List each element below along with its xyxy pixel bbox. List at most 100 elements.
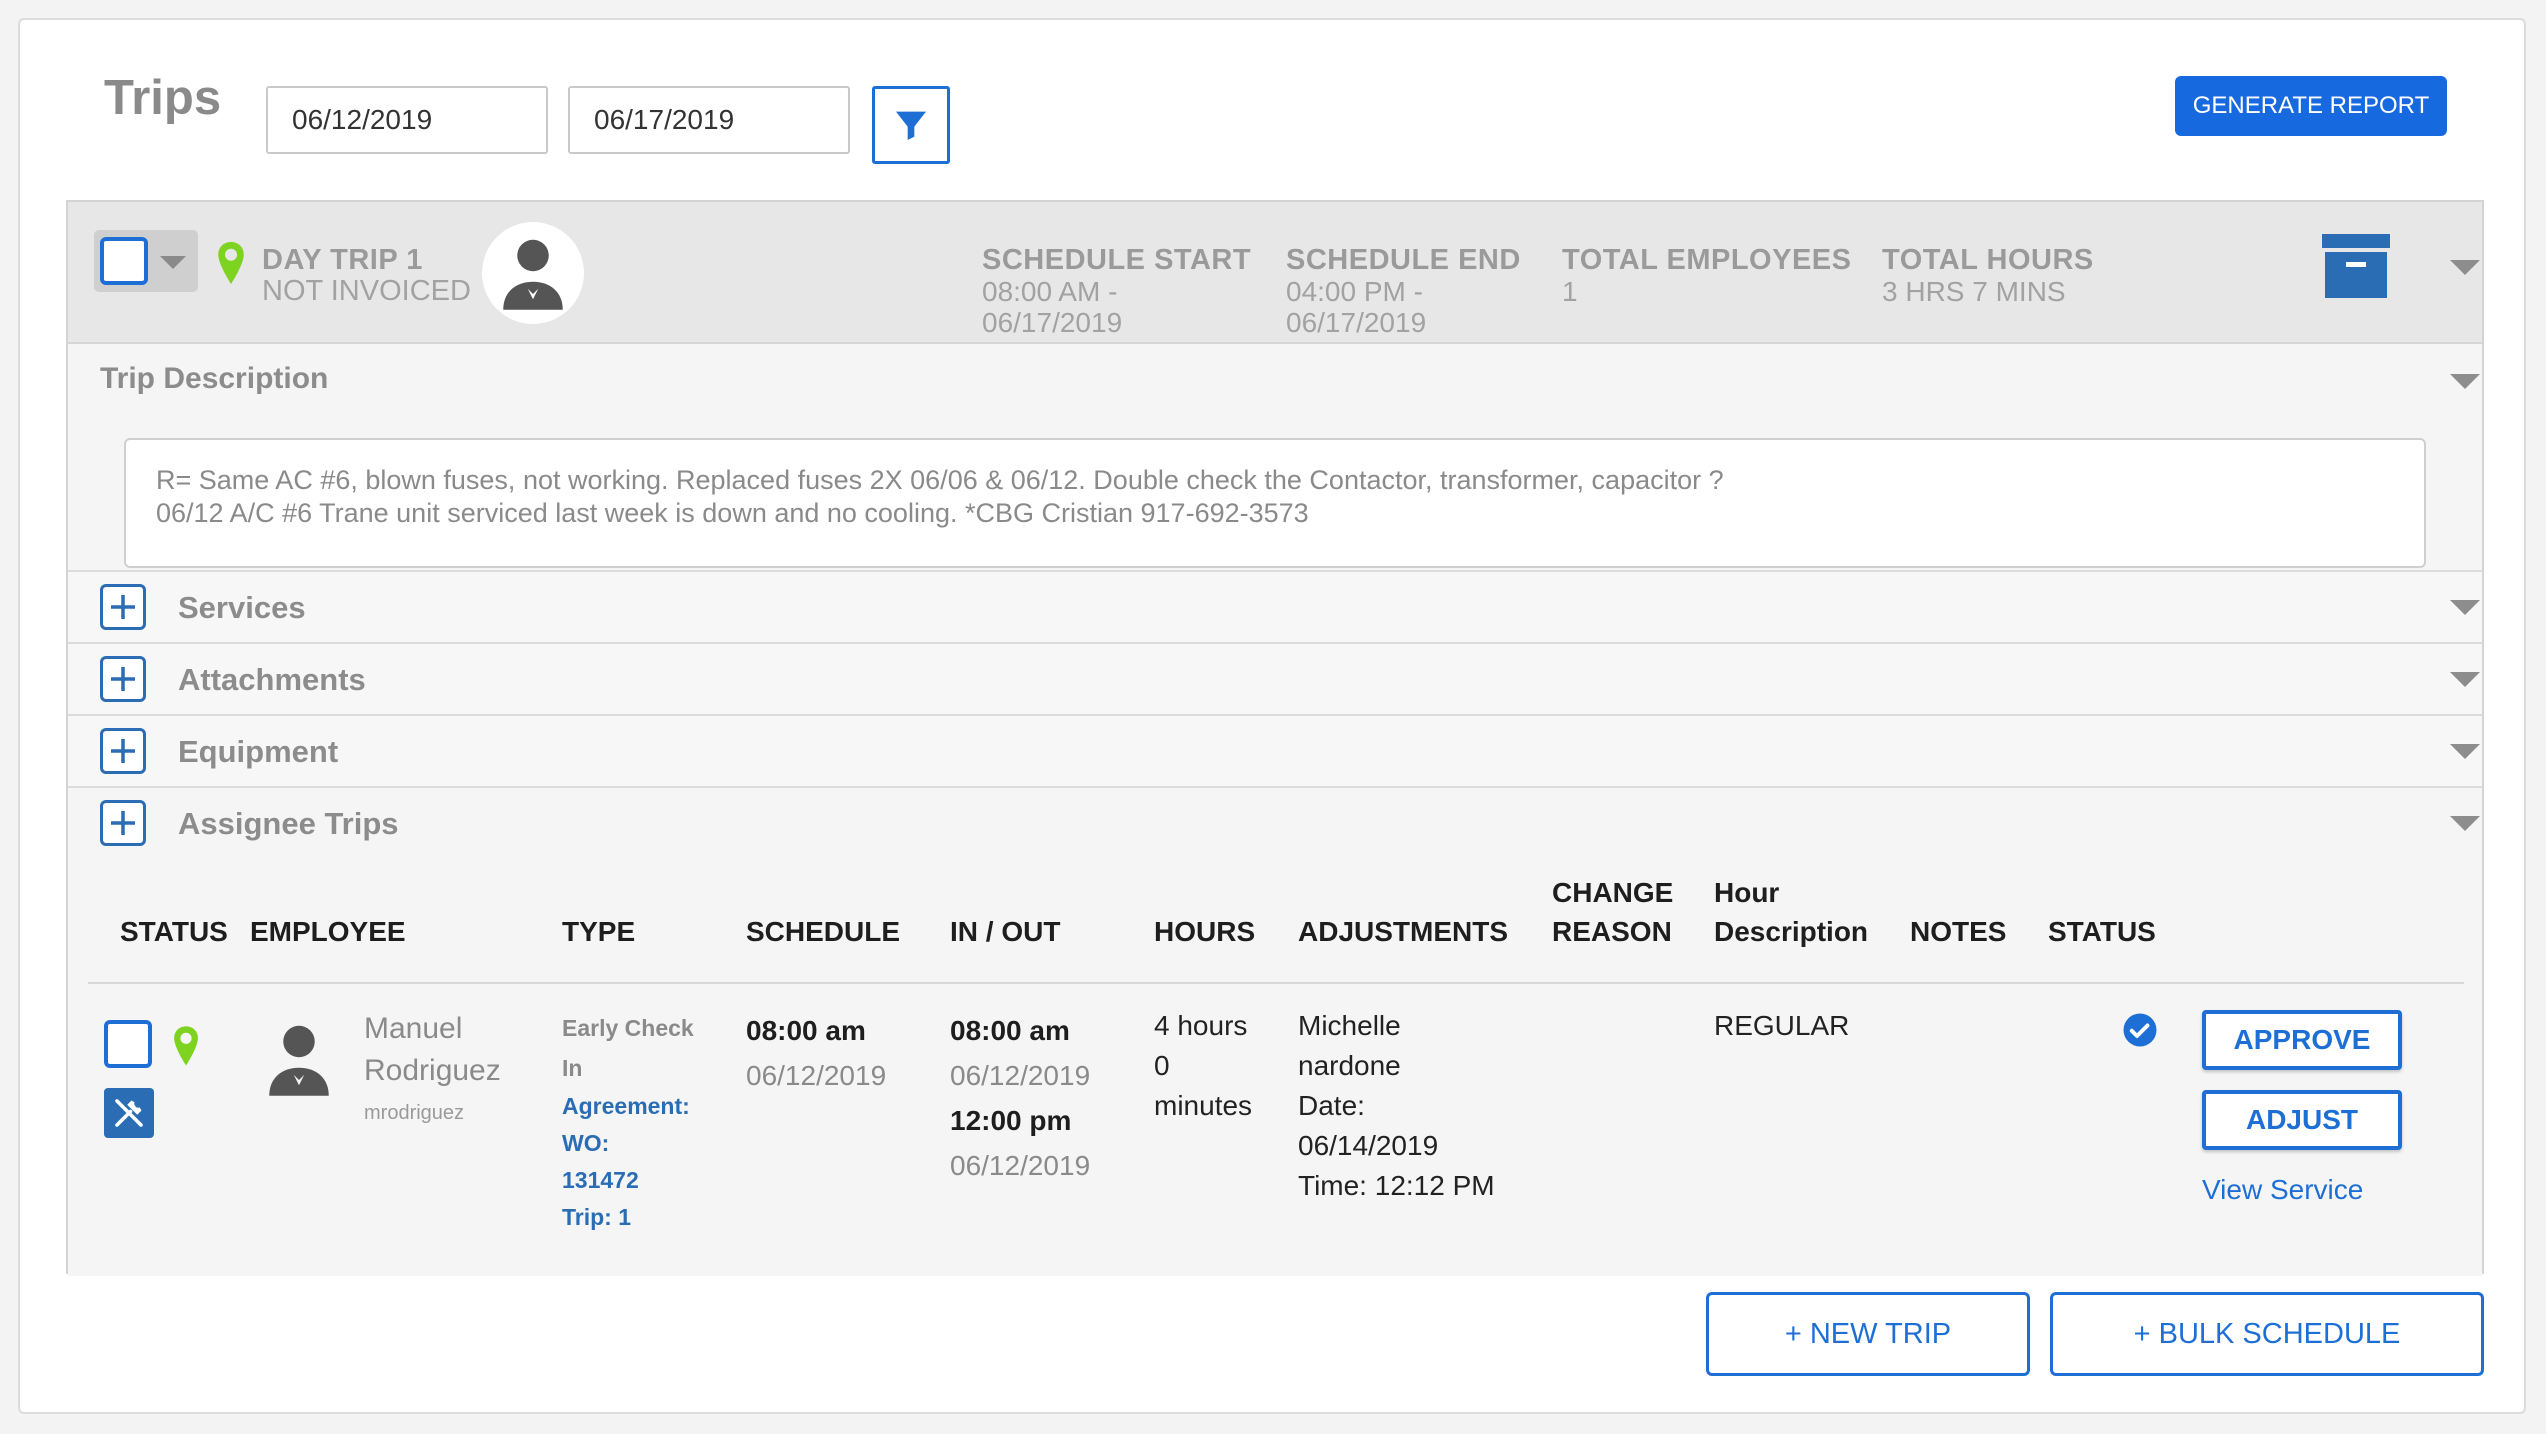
type-line-2: In [562, 1055, 583, 1081]
header-hour-description: Hour Description [1714, 873, 1868, 951]
header-status: STATUS [120, 916, 228, 947]
trip-description-label: Trip Description [100, 362, 329, 395]
description-chevron-icon[interactable] [2450, 374, 2480, 389]
adjustments-cell: Michelle nardone Date: 06/14/2019 Time: … [1298, 1006, 1495, 1206]
schedule-end-time: 04:00 PM - [1286, 276, 1423, 307]
trip-description-section: Trip Description R= Same AC #6, blown fu… [68, 344, 2482, 572]
schedule-cell: 08:00 am 06/12/2019 [746, 1008, 886, 1098]
location-pin-icon [174, 1026, 198, 1066]
filter-button[interactable] [872, 86, 950, 164]
adjustment-line-3: Date: [1298, 1090, 1365, 1121]
expand-assignee-trips-plus-icon[interactable] [100, 800, 146, 846]
services-label: Services [178, 590, 306, 625]
archive-icon[interactable] [2322, 234, 2390, 298]
in-out-cell: 08:00 am 06/12/2019 12:00 pm 06/12/2019 [950, 1008, 1090, 1188]
avatar [482, 222, 584, 324]
header-change-reason: CHANGE REASON [1552, 873, 1673, 951]
description-line-1: R= Same AC #6, blown fuses, not working.… [156, 465, 1724, 495]
header-notes: NOTES [1910, 916, 2007, 947]
hours-line-1: 4 hours [1154, 1010, 1248, 1041]
schedule-end-date: 06/17/2019 [1286, 307, 1427, 338]
schedule-end-label: SCHEDULE END [1286, 244, 1521, 276]
new-trip-button[interactable]: + NEW TRIP [1706, 1292, 2030, 1376]
employee-name[interactable]: Manuel Rodriguez [364, 1008, 501, 1092]
adjust-button[interactable]: ADJUST [2202, 1090, 2402, 1150]
view-service-link[interactable]: View Service [2202, 1174, 2363, 1206]
header-type: TYPE [562, 916, 636, 947]
total-hours-label: TOTAL HOURS [1882, 244, 2094, 276]
hours-line-3: minutes [1154, 1090, 1253, 1121]
adjustment-line-2: nardone [1298, 1050, 1401, 1081]
schedule-start-time: 08:00 AM - [982, 276, 1118, 307]
service-tools-button[interactable] [104, 1088, 154, 1138]
adjustment-line-1: Michelle [1298, 1010, 1401, 1041]
header-employee: EMPLOYEE [250, 916, 406, 947]
agreement-label: Agreement: [562, 1093, 690, 1119]
trip-description-text: R= Same AC #6, blown fuses, not working.… [124, 438, 2426, 568]
equipment-label: Equipment [178, 734, 339, 769]
header-in-out: IN / OUT [950, 916, 1061, 947]
expand-attachments-plus-icon[interactable] [100, 656, 146, 702]
employee-username: mrodriguez [364, 1102, 465, 1124]
bulk-schedule-button[interactable]: + BULK SCHEDULE [2050, 1292, 2484, 1376]
header-change-reason-line1: CHANGE [1552, 877, 1674, 908]
out-time: 12:00 pm [950, 1105, 1072, 1136]
start-date-input[interactable]: 06/12/2019 [266, 86, 548, 154]
services-chevron-icon[interactable] [2450, 600, 2480, 615]
tools-icon [115, 1099, 143, 1127]
page-title: Trips [104, 71, 222, 125]
employee-last-name: Rodriguez [364, 1054, 501, 1087]
schedule-start-date: 06/17/2019 [982, 307, 1123, 338]
schedule-time: 08:00 am [746, 1015, 866, 1046]
hours-cell: 4 hours 0 minutes [1154, 1006, 1252, 1126]
header-change-reason-line2: REASON [1552, 916, 1672, 947]
header-hour-desc-line1: Hour [1714, 877, 1780, 908]
trip-checkbox[interactable] [100, 237, 148, 285]
type-line-1: Early Check [562, 1015, 694, 1041]
location-pin-icon [218, 242, 244, 284]
employee-first-name: Manuel [364, 1012, 463, 1045]
schedule-date: 06/12/2019 [746, 1060, 887, 1091]
equipment-chevron-icon[interactable] [2450, 744, 2480, 759]
header-status-2: STATUS [2048, 916, 2156, 947]
in-date: 06/12/2019 [950, 1060, 1091, 1091]
trip-collapse-chevron-icon[interactable] [2450, 260, 2480, 275]
header-schedule: SCHEDULE [746, 916, 901, 947]
filter-icon [896, 111, 926, 140]
trip-number: Trip: 1 [562, 1204, 632, 1230]
employee-avatar-icon [269, 1025, 329, 1096]
generate-report-button[interactable]: GENERATE REPORT [2175, 76, 2447, 136]
section-services[interactable]: Services [68, 572, 2482, 644]
invoice-status: NOT INVOICED [262, 275, 471, 307]
table-row: Manuel Rodriguez mrodriguez Early Check … [68, 984, 2482, 1274]
approved-check-icon [2123, 1013, 2157, 1047]
section-attachments[interactable]: Attachments [68, 644, 2482, 716]
section-equipment[interactable]: Equipment [68, 716, 2482, 788]
hour-description-value: REGULAR [1714, 1010, 1850, 1041]
work-order-link[interactable]: Agreement: WO: 131472 Trip: 1 [562, 1088, 690, 1236]
expand-services-plus-icon[interactable] [100, 584, 146, 630]
trip-select-dropdown[interactable] [94, 230, 198, 292]
in-time: 08:00 am [950, 1015, 1070, 1046]
trip-panel: DAY TRIP 1 NOT INVOICED SCHEDULE START 0… [66, 200, 2484, 1276]
trips-card: Trips 06/12/2019 06/17/2019 GENERATE REP… [18, 18, 2526, 1414]
attachments-chevron-icon[interactable] [2450, 672, 2480, 687]
assignee-trips-chevron-icon[interactable] [2450, 816, 2480, 831]
total-employees-value: 1 [1562, 276, 1578, 307]
adjustment-line-5: Time: 12:12 PM [1298, 1170, 1495, 1201]
end-date-input[interactable]: 06/17/2019 [568, 86, 850, 154]
hours-line-2: 0 [1154, 1050, 1170, 1081]
attachments-label: Attachments [178, 662, 366, 697]
expand-equipment-plus-icon[interactable] [100, 728, 146, 774]
row-checkbox[interactable] [104, 1020, 152, 1068]
header-adjustments: ADJUSTMENTS [1298, 916, 1509, 947]
schedule-start-label: SCHEDULE START [982, 244, 1252, 276]
trip-name: DAY TRIP 1 [262, 244, 423, 276]
total-hours-value: 3 HRS 7 MINS [1882, 276, 2066, 307]
chevron-down-icon [160, 256, 186, 269]
trip-header: DAY TRIP 1 NOT INVOICED SCHEDULE START 0… [68, 202, 2482, 344]
wo-label: WO: [562, 1130, 610, 1156]
description-line-2: 06/12 A/C #6 Trane unit serviced last we… [156, 498, 1309, 528]
approve-button[interactable]: APPROVE [2202, 1010, 2402, 1070]
type-value: Early Check In [562, 1008, 694, 1088]
